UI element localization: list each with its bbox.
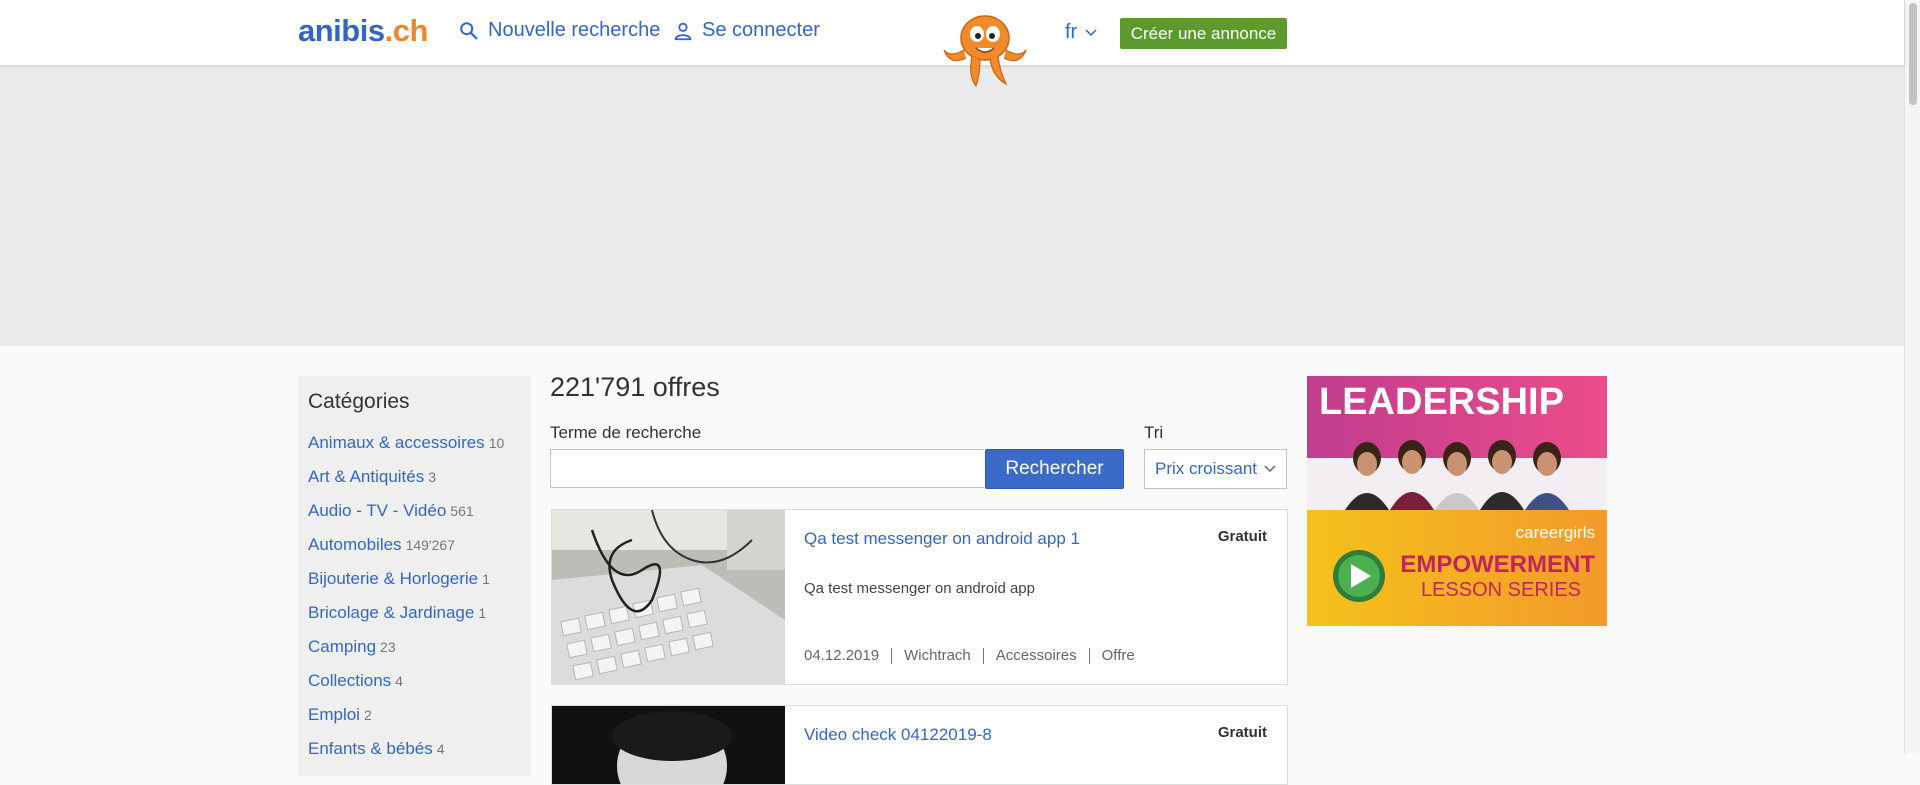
listing-thumbnail[interactable]: [552, 706, 785, 784]
category-item[interactable]: Enfants & bébés 4: [308, 739, 504, 773]
category-count: 1: [482, 571, 490, 587]
category-item[interactable]: Bijouterie & Horlogerie 1: [308, 569, 504, 603]
keyboard-photo-icon: [552, 510, 785, 684]
listing-price: Gratuit: [1217, 724, 1267, 741]
category-label: Collections: [308, 671, 392, 690]
search-button[interactable]: Rechercher: [985, 449, 1124, 489]
site-header: anibis.ch Nouvelle recherche Se connecte…: [0, 0, 1904, 88]
listing-meta: 04.12.2019 Wichtrach Accessoires Offre: [804, 648, 1147, 664]
category-count: 561: [450, 503, 474, 519]
login-link[interactable]: Se connecter: [672, 19, 820, 42]
category-item[interactable]: Audio - TV - Vidéo 561: [308, 501, 504, 535]
user-icon: [674, 22, 692, 40]
language-value: fr: [1065, 21, 1078, 43]
search-input[interactable]: [550, 449, 984, 488]
category-count: 2: [363, 707, 372, 723]
category-count: 10: [488, 435, 505, 451]
new-search-label: Nouvelle recherche: [488, 19, 661, 41]
top-ad-placeholder: [0, 65, 1904, 346]
category-label: Audio - TV - Vidéo: [308, 501, 447, 520]
category-label: Camping: [308, 637, 377, 656]
listing-date: 04.12.2019: [804, 647, 880, 664]
listing-category: Accessoires: [982, 648, 1089, 664]
search-icon: [460, 21, 478, 39]
listing-location: Wichtrach: [891, 648, 983, 664]
listing-price: Gratuit: [1217, 528, 1267, 545]
ad-line-2: LESSON SERIES: [1421, 579, 1581, 601]
anibis-logo[interactable]: anibis.ch: [298, 13, 428, 49]
logo-text-tld: .ch: [384, 13, 429, 48]
scrollbar-thumb[interactable]: [1909, 3, 1917, 105]
logo-text-main: anibis: [298, 13, 385, 48]
octopus-mascot-icon: [943, 15, 1027, 88]
listing-thumbnail[interactable]: [552, 510, 785, 684]
categories-title: Catégories: [308, 390, 410, 413]
listing-type: Offre: [1088, 648, 1147, 664]
portrait-photo-icon: [552, 706, 785, 784]
listing-card[interactable]: Video check 04122019-8 Gratuit: [551, 705, 1288, 785]
page-scrollbar[interactable]: [1904, 0, 1920, 754]
category-item[interactable]: Animaux & accessoires 10: [308, 433, 504, 467]
chevron-down-icon: [1085, 28, 1097, 36]
login-label: Se connecter: [702, 19, 820, 41]
category-label: Bricolage & Jardinage: [308, 603, 475, 622]
category-count: 4: [436, 741, 445, 757]
category-label: Art & Antiquités: [308, 467, 425, 486]
results-count-title: 221'791 offres: [550, 372, 720, 402]
ad-headline: LEADERSHIP: [1319, 381, 1564, 423]
category-count: 23: [380, 639, 396, 655]
sort-select[interactable]: Prix croissant: [1144, 449, 1287, 489]
sort-label: Tri: [1144, 423, 1164, 442]
category-item[interactable]: Emploi 2: [308, 705, 504, 739]
career-girls-ad[interactable]: LEADERSHIP careergirls EMPOWERMENT LESSO…: [1307, 376, 1607, 626]
ad-banner-graphic: LEADERSHIP careergirls EMPOWERMENT LESSO…: [1307, 376, 1607, 626]
category-label: Bijouterie & Horlogerie: [308, 569, 479, 588]
ad-brand: careergirls: [1516, 523, 1595, 542]
category-count: 1: [478, 605, 487, 621]
new-search-link[interactable]: Nouvelle recherche: [458, 19, 660, 42]
chevron-down-icon: [1264, 465, 1276, 473]
category-list: Animaux & accessoires 10 Art & Antiquités…: [308, 433, 504, 773]
category-item[interactable]: Art & Antiquités 3: [308, 467, 504, 501]
listing-description: Qa test messenger on android app: [804, 580, 1035, 597]
listing-card[interactable]: Qa test messenger on android app 1 Gratu…: [551, 509, 1288, 685]
category-label: Animaux & accessoires: [308, 433, 485, 452]
listing-title[interactable]: Qa test messenger on android app 1: [804, 528, 1084, 549]
category-label: Automobiles: [308, 535, 402, 554]
language-selector[interactable]: fr: [1065, 21, 1097, 44]
category-sidebar: Catégories Animaux & accessoires 10 Art &…: [298, 376, 531, 776]
search-term-label: Terme de recherche: [550, 423, 702, 442]
category-label: Enfants & bébés: [308, 739, 433, 758]
category-count: 4: [395, 673, 403, 689]
category-item[interactable]: Collections 4: [308, 671, 504, 705]
ad-line-1: EMPOWERMENT: [1400, 551, 1595, 578]
sort-value: Prix croissant: [1155, 459, 1258, 478]
category-item[interactable]: Automobiles 149'267: [308, 535, 504, 569]
category-item[interactable]: Bricolage & Jardinage 1: [308, 603, 504, 637]
category-item[interactable]: Camping 23: [308, 637, 504, 671]
create-ad-button[interactable]: Créer une annonce: [1120, 18, 1287, 49]
listing-title[interactable]: Video check 04122019-8: [804, 724, 1084, 745]
category-count: 3: [428, 469, 437, 485]
category-label: Emploi: [308, 705, 360, 724]
category-count: 149'267: [405, 537, 455, 553]
